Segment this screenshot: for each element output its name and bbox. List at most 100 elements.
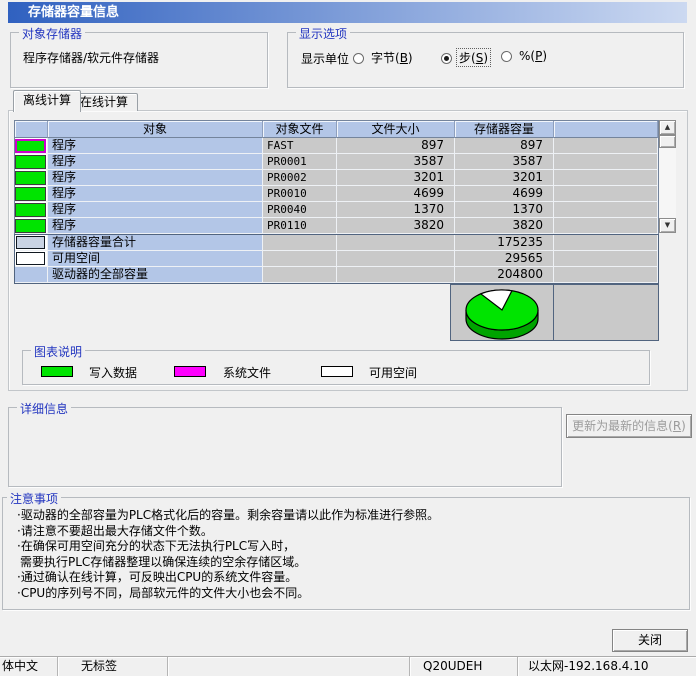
summary-row-free[interactable]: 可用空间 29565 [15,251,658,267]
table-row[interactable]: 程序 PR0110 3820 3820 [15,218,658,234]
row-capacity: 3587 [455,154,554,170]
summary-label: 驱动器的全部容量 [48,267,263,283]
row-empty [554,170,658,186]
note-line: 需要执行PLC存储器整理以确保连续的空余存储区域。 [17,555,681,571]
tab-offline-calc[interactable]: 离线计算 [13,90,81,112]
radio-circle-icon [501,51,512,62]
table-row[interactable]: 程序 PR0040 1370 1370 [15,202,658,218]
row-size: 897 [337,138,455,154]
radio-unit-percent[interactable]: %(P) [501,49,549,65]
summary-row-drive-total[interactable]: 驱动器的全部容量 204800 [15,267,658,283]
note-line: ·驱动器的全部容量为PLC格式化后的容量。剩余容量请以此作为标准进行参照。 [17,508,681,524]
row-color-cell [15,170,48,186]
row-empty [554,186,658,202]
table-header-row: 对象 对象文件 文件大小 存储器容量 [15,121,658,138]
scroll-down-icon[interactable]: ▼ [659,218,676,233]
summary-empty [337,235,455,251]
radio-circle-icon [441,53,452,64]
target-memory-group-label: 对象存储器 [19,25,85,42]
summary-empty [263,267,337,283]
summary-empty [263,251,337,267]
row-file: PR0002 [263,170,337,186]
summary-capacity: 204800 [455,267,554,283]
chart-legend-group: 图表说明 写入数据 系统文件 可用空间 [22,350,650,385]
summary-empty [554,251,658,267]
summary-swatch-cell [15,251,48,267]
summary-row-total[interactable]: 存储器容量合计 175235 [15,235,658,251]
row-color-cell [15,218,48,234]
summary-empty [263,235,337,251]
display-options-group-label: 显示选项 [296,25,350,42]
row-file: FAST [263,138,337,154]
table-scrollbar[interactable]: ▲ ▼ [659,120,676,233]
status-bar: 体中文 无标签 Q20UDEH 以太网-192.168.4.10 [0,656,696,676]
row-empty [554,202,658,218]
row-color-cell [15,138,48,154]
written-data-swatch-icon [15,203,46,217]
row-color-cell [15,154,48,170]
written-data-swatch-icon [15,171,46,185]
display-options-group: 显示选项 显示单位 字节(B) 步(S) %(P) [287,32,684,88]
row-empty [554,138,658,154]
note-line: ·CPU的序列号不同，局部软元件的文件大小也会不同。 [17,586,681,602]
header-object[interactable]: 对象 [48,121,263,138]
header-color-col [15,121,48,138]
radio-unit-byte-label: 字节(B) [369,49,415,66]
summary-capacity: 175235 [455,235,554,251]
legend-label: 可用空间 [369,364,417,381]
pie-empty-cell [553,284,659,341]
summary-empty [554,235,658,251]
row-size: 1370 [337,202,455,218]
header-file[interactable]: 对象文件 [263,121,337,138]
row-capacity: 3201 [455,170,554,186]
summary-empty [337,267,455,283]
row-empty [554,218,658,234]
pie-chart [460,286,544,342]
status-cpu-model: Q20UDEH [410,657,518,676]
status-connection: 以太网-192.168.4.10 [518,657,696,676]
row-object: 程序 [48,186,263,202]
row-size: 3587 [337,154,455,170]
written-data-swatch-icon [41,366,73,377]
radio-unit-byte[interactable]: 字节(B) [353,49,415,65]
chart-legend-group-label: 图表说明 [31,343,85,360]
row-capacity: 897 [455,138,554,154]
free-space-swatch-icon [16,252,45,265]
summary-label: 可用空间 [48,251,263,267]
status-label: 无标签 [58,657,168,676]
table-row[interactable]: 程序 PR0010 4699 4699 [15,186,658,202]
row-size: 4699 [337,186,455,202]
table-row[interactable]: 程序 PR0001 3587 3587 [15,154,658,170]
row-file: PR0001 [263,154,337,170]
notes-group-label: 注意事项 [7,490,61,507]
scrollbar-thumb[interactable] [659,135,676,148]
update-latest-info-button[interactable]: 更新为最新的信息(R) [566,414,692,438]
row-size: 3201 [337,170,455,186]
scroll-up-icon[interactable]: ▲ [659,120,676,135]
row-file: PR0110 [263,218,337,234]
total-swatch-icon [16,236,45,249]
summary-capacity: 29565 [455,251,554,267]
note-line: ·通过确认在线计算，可反映出CPU的系统文件容量。 [17,570,681,586]
table-row[interactable]: 程序 FAST 897 897 [15,138,658,154]
radio-unit-step[interactable]: 步(S) [441,49,490,65]
radio-unit-step-label: 步(S) [457,49,490,66]
target-memory-group: 对象存储器 程序存储器/软元件存储器 [10,32,268,88]
row-object: 程序 [48,202,263,218]
row-color-cell [15,202,48,218]
close-button[interactable]: 关闭 [612,629,688,652]
table-row[interactable]: 程序 PR0002 3201 3201 [15,170,658,186]
summary-swatch-cell [15,267,48,283]
row-object: 程序 [48,170,263,186]
row-capacity: 4699 [455,186,554,202]
note-line: ·在确保可用空间充分的状态下无法执行PLC写入时， [17,539,681,555]
header-capacity[interactable]: 存储器容量 [455,121,554,138]
header-size[interactable]: 文件大小 [337,121,455,138]
legend-item: 系统文件 [174,364,206,377]
written-data-swatch-icon [15,187,46,201]
row-size: 3820 [337,218,455,234]
radio-unit-percent-label: %(P) [517,49,549,63]
details-group-label: 详细信息 [17,400,71,417]
notes-lines: ·驱动器的全部容量为PLC格式化后的容量。剩余容量请以此作为标准进行参照。 ·请… [17,508,681,601]
header-empty [554,121,658,138]
